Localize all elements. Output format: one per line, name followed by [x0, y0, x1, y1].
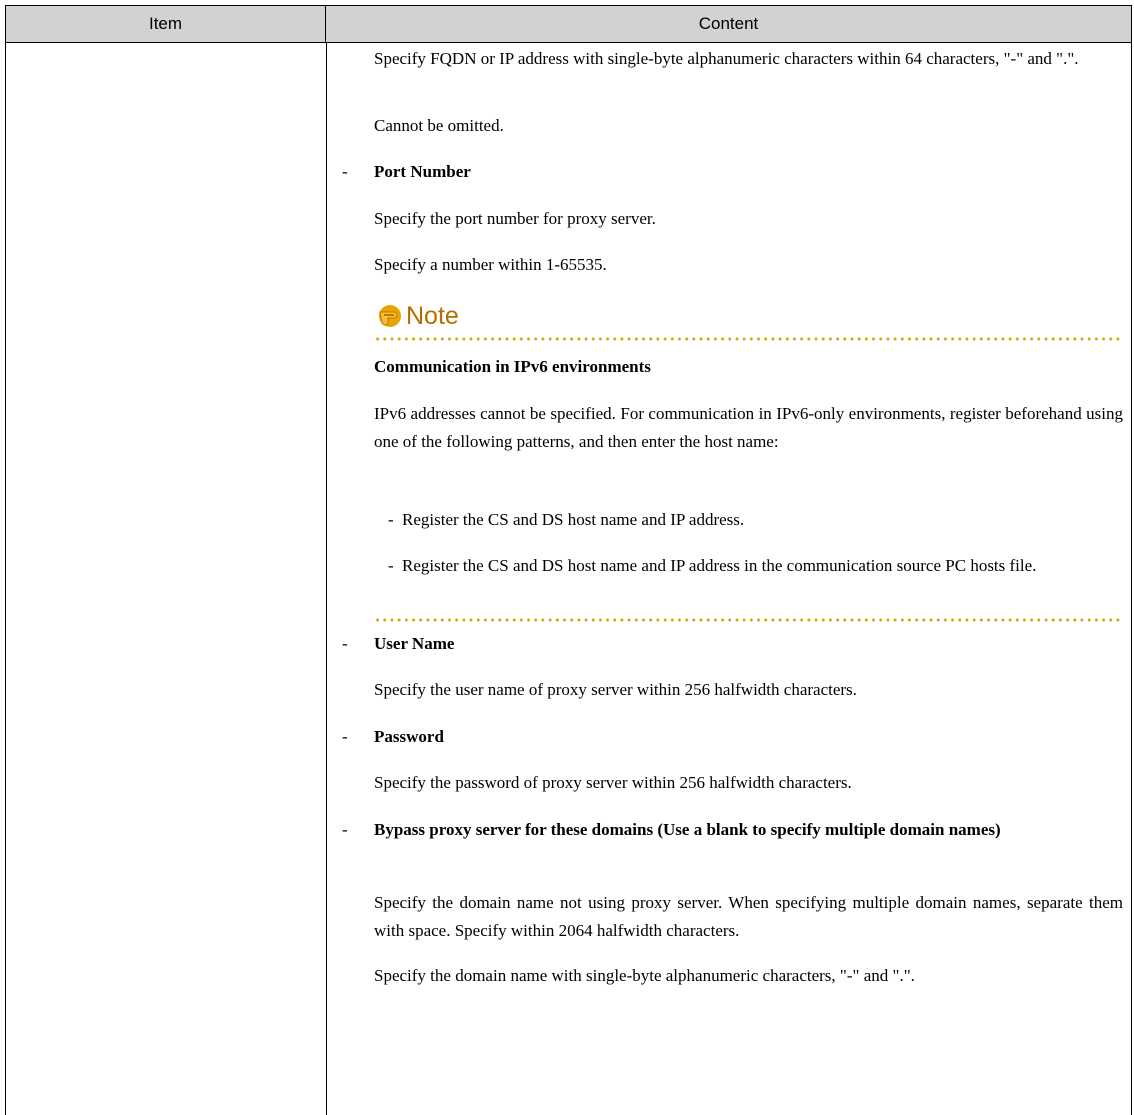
user-desc: Specify the user name of proxy server wi…	[374, 680, 857, 699]
spec-table: Item Content Specify FQDN or IP address …	[5, 5, 1132, 1115]
bypass-title: Bypass proxy server for these domains (U…	[374, 820, 1001, 839]
user-dash: -	[342, 634, 348, 653]
header-item: Item	[6, 6, 326, 42]
bypass-desc2: Specify the domain name with single-byte…	[374, 966, 915, 985]
hostname-omit: Cannot be omitted.	[374, 116, 504, 135]
hostname-spec: Specify FQDN or IP address with single-b…	[374, 49, 1079, 68]
note-bottom-divider	[374, 618, 1123, 622]
note-title: Note	[406, 302, 459, 330]
bypass-desc1: Specify the domain name not using proxy …	[374, 893, 1123, 940]
port-desc1: Specify the port number for proxy server…	[374, 209, 656, 228]
note-item-1: Register the CS and DS host name and IP …	[402, 510, 745, 529]
note-hand-icon	[379, 305, 401, 327]
port-title: Port Number	[374, 162, 471, 181]
note-subtitle: Communication in IPv6 environments	[374, 357, 651, 376]
note-top-divider	[374, 337, 1123, 341]
password-desc: Specify the password of proxy server wit…	[374, 773, 852, 792]
user-title: User Name	[374, 634, 455, 653]
password-dash: -	[342, 727, 348, 746]
bypass-dash: -	[342, 820, 348, 839]
port-desc2: Specify a number within 1-65535.	[374, 255, 607, 274]
port-dash: -	[342, 162, 348, 181]
note-item-2: Register the CS and DS host name and IP …	[402, 556, 1037, 575]
table-header: Item Content	[6, 6, 1131, 43]
password-title: Password	[374, 727, 444, 746]
note-body: IPv6 addresses cannot be specified. For …	[374, 404, 1123, 451]
column-divider	[326, 43, 327, 1115]
header-content: Content	[698, 14, 759, 33]
